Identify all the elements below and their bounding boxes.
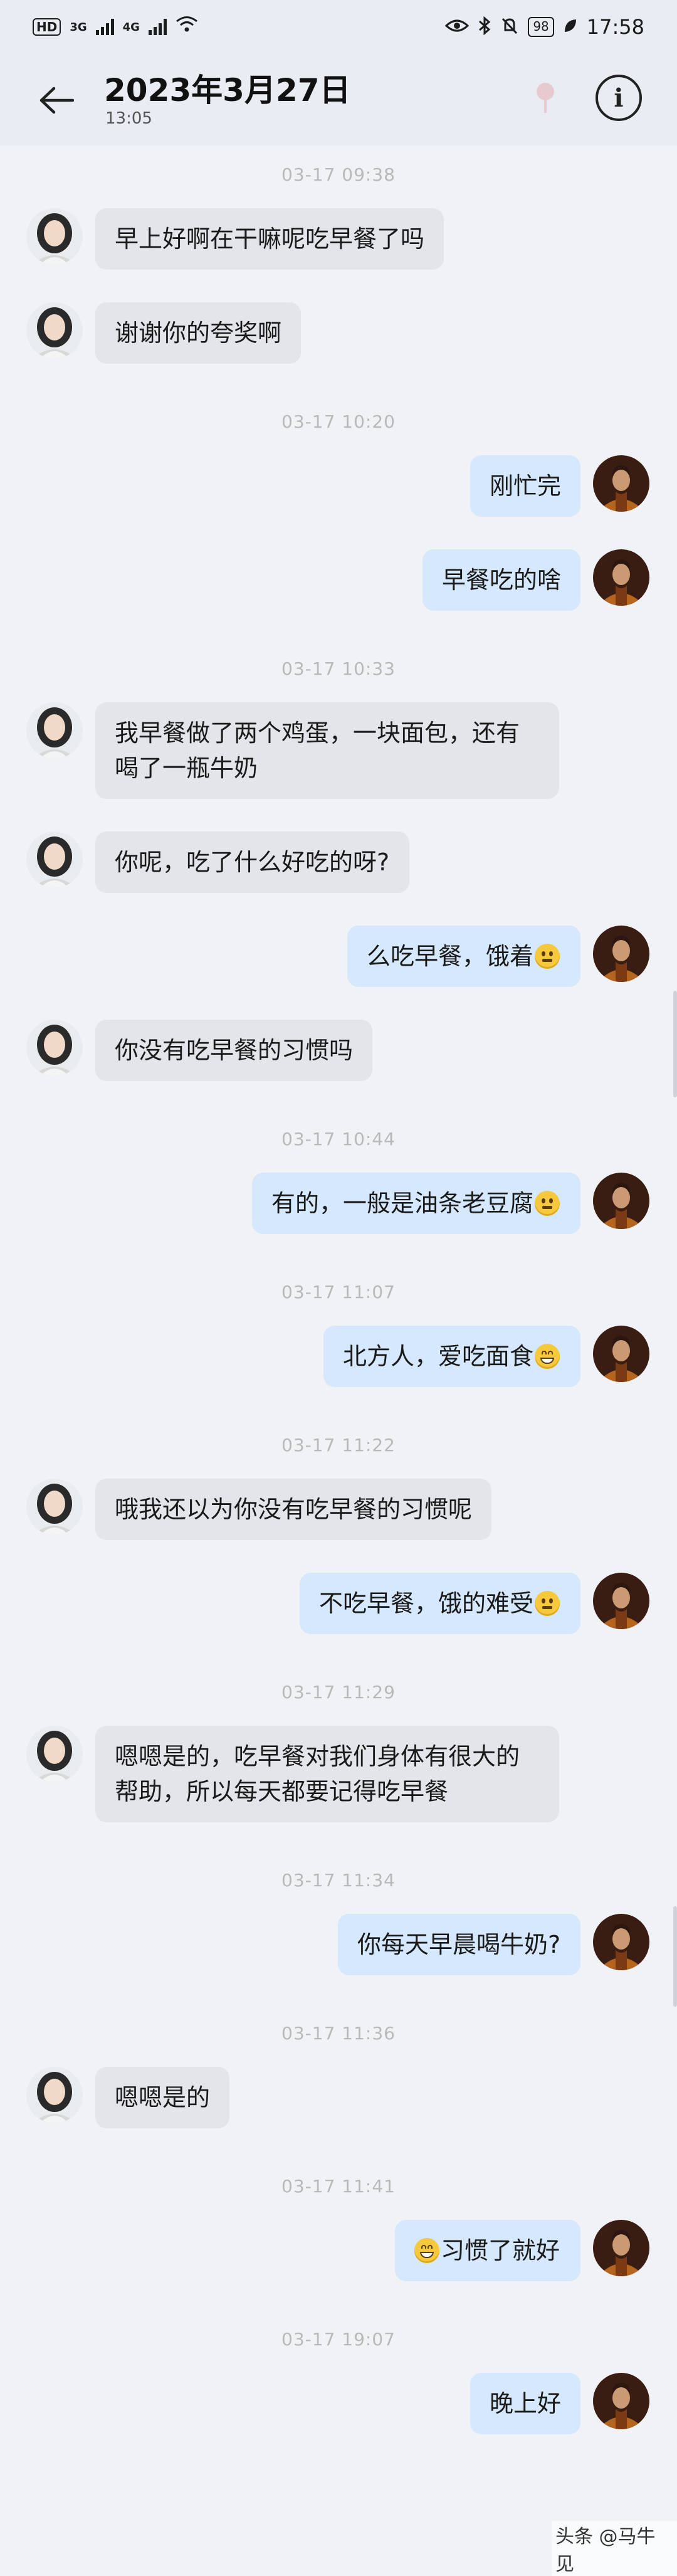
timestamp: 03-17 11:07 xyxy=(281,1282,396,1302)
message-text: 你没有吃早餐的习惯吗 xyxy=(115,1037,354,1064)
watermark: 头条 @马牛见 xyxy=(552,2521,677,2576)
network-type-1: 3G xyxy=(70,20,87,34)
my-avatar[interactable] xyxy=(593,549,649,606)
timestamp: 03-17 10:20 xyxy=(281,411,396,432)
my-avatar[interactable] xyxy=(593,2220,649,2276)
my-avatar[interactable] xyxy=(593,455,649,512)
message-text: 刚忙完 xyxy=(490,472,562,500)
message-text: 习惯了就好 xyxy=(441,2237,560,2264)
my-avatar[interactable] xyxy=(593,2373,649,2429)
scrollbar-2[interactable] xyxy=(673,1906,677,2007)
back-arrow-icon xyxy=(39,87,74,114)
network-type-2: 4G xyxy=(122,20,140,34)
message-text: 你每天早晨喝牛奶? xyxy=(357,1931,561,1958)
outgoing-message-bubble[interactable]: 刚忙完 xyxy=(470,455,580,517)
eye-icon xyxy=(445,18,470,37)
outgoing-message-bubble[interactable]: 不吃早餐，饿的难受 xyxy=(300,1573,580,1634)
status-right: 98 17:58 xyxy=(445,15,644,39)
chat-messages[interactable]: 03-17 09:38 早上好啊在干嘛呢吃早餐了吗 谢谢你的夸奖啊 03-17 10:… xyxy=(0,145,677,2551)
incoming-message-bubble[interactable]: 我早餐做了两个鸡蛋，一块面包，还有喝了一瓶牛奶 xyxy=(95,702,559,799)
timestamp: 03-17 19:07 xyxy=(281,2329,396,2350)
my-avatar[interactable] xyxy=(593,1914,649,1970)
incoming-message-bubble[interactable]: 哦我还以为你没有吃早餐的习惯呢 xyxy=(95,1479,491,1540)
hd-indicator: HD xyxy=(33,18,61,36)
timestamp: 03-17 10:44 xyxy=(281,1129,396,1149)
contact-avatar[interactable] xyxy=(26,302,83,359)
chat-title: 2023年3月27日 xyxy=(104,72,351,108)
message-text: 嗯嗯是的，吃早餐对我们身体有很大的帮助，所以每天都要记得吃早餐 xyxy=(115,1743,520,1805)
status-time: 17:58 xyxy=(586,15,644,39)
incoming-message-bubble[interactable]: 你呢，吃了什么好吃的呀? xyxy=(95,831,409,893)
chat-subtitle: 13:05 xyxy=(105,109,152,128)
incoming-message-bubble[interactable]: 谢谢你的夸奖啊 xyxy=(95,302,301,364)
message-text: 晚上好 xyxy=(490,2390,562,2417)
message-text: 么吃早餐，饿着 xyxy=(367,942,534,970)
outgoing-message-bubble[interactable]: 习惯了就好 xyxy=(395,2220,580,2281)
outgoing-message-bubble[interactable]: 北方人，爱吃面食 xyxy=(323,1326,580,1387)
contact-avatar[interactable] xyxy=(26,1726,83,1782)
signal-icon-2 xyxy=(148,19,167,35)
my-avatar[interactable] xyxy=(593,1173,649,1229)
scrollbar[interactable] xyxy=(673,991,677,1097)
message-text: 不吃早餐，饿的难受 xyxy=(319,1590,534,1617)
outgoing-message-bubble[interactable]: 早餐吃的啥 xyxy=(422,549,580,611)
incoming-message-bubble[interactable]: 你没有吃早餐的习惯吗 xyxy=(95,1020,372,1081)
message-text: 早上好啊在干嘛呢吃早餐了吗 xyxy=(115,225,425,253)
outgoing-message-bubble[interactable]: 你每天早晨喝牛奶? xyxy=(338,1914,580,1975)
status-bar: HD 3G 4G 98 17:58 xyxy=(0,0,677,54)
outgoing-message-bubble[interactable]: 有的，一般是油条老豆腐 xyxy=(252,1173,580,1234)
incoming-message-bubble[interactable]: 嗯嗯是的，吃早餐对我们身体有很大的帮助，所以每天都要记得吃早餐 xyxy=(95,1726,559,1822)
incoming-message-bubble[interactable]: 嗯嗯是的 xyxy=(95,2067,229,2128)
timestamp: 03-17 09:38 xyxy=(281,164,396,185)
outgoing-message-bubble[interactable]: 么吃早餐，饿着 xyxy=(347,926,580,987)
my-avatar[interactable] xyxy=(593,1326,649,1382)
message-text: 谢谢你的夸奖啊 xyxy=(115,319,282,347)
timestamp: 03-17 11:34 xyxy=(281,1870,396,1891)
message-text: 有的，一般是油条老豆腐 xyxy=(271,1190,534,1217)
outgoing-message-bubble[interactable]: 晚上好 xyxy=(470,2373,580,2434)
neutral-face-emoji xyxy=(535,1591,560,1616)
grinning-face-emoji xyxy=(535,1344,560,1369)
timestamp: 03-17 11:41 xyxy=(281,2176,396,2197)
contact-avatar[interactable] xyxy=(26,702,83,759)
mute-bell-icon xyxy=(500,16,519,38)
info-button[interactable]: i xyxy=(596,75,642,121)
neutral-face-emoji xyxy=(535,944,560,969)
timestamp: 03-17 10:33 xyxy=(281,658,396,679)
chat-header: 2023年3月27日 13:05 i xyxy=(0,54,677,145)
contact-avatar[interactable] xyxy=(26,2067,83,2123)
signal-icon xyxy=(95,19,114,35)
neutral-face-emoji xyxy=(535,1191,560,1216)
incoming-message-bubble[interactable]: 早上好啊在干嘛呢吃早餐了吗 xyxy=(95,208,444,270)
pin-icon[interactable] xyxy=(533,82,558,114)
info-icon: i xyxy=(614,83,624,113)
message-text: 早餐吃的啥 xyxy=(442,566,562,594)
message-text: 你呢，吃了什么好吃的呀? xyxy=(115,848,390,876)
message-text: 嗯嗯是的 xyxy=(115,2084,211,2111)
battery-indicator: 98 xyxy=(528,17,554,37)
timestamp: 03-17 11:22 xyxy=(281,1435,396,1455)
contact-avatar[interactable] xyxy=(26,208,83,265)
leaf-icon xyxy=(563,18,578,37)
contact-avatar[interactable] xyxy=(26,831,83,888)
grinning-face-emoji xyxy=(414,2238,439,2263)
contact-avatar[interactable] xyxy=(26,1020,83,1076)
message-text: 北方人，爱吃面食 xyxy=(343,1343,534,1370)
my-avatar[interactable] xyxy=(593,926,649,982)
timestamp: 03-17 11:29 xyxy=(281,1682,396,1702)
bluetooth-icon xyxy=(478,16,491,38)
message-text: 哦我还以为你没有吃早餐的习惯呢 xyxy=(115,1496,473,1523)
message-text: 我早餐做了两个鸡蛋，一块面包，还有喝了一瓶牛奶 xyxy=(115,719,520,782)
status-left: HD 3G 4G xyxy=(33,16,198,38)
contact-avatar[interactable] xyxy=(26,1479,83,1535)
wifi-icon xyxy=(176,16,198,38)
back-button[interactable] xyxy=(31,75,81,125)
timestamp: 03-17 11:36 xyxy=(281,2023,396,2044)
my-avatar[interactable] xyxy=(593,1573,649,1629)
